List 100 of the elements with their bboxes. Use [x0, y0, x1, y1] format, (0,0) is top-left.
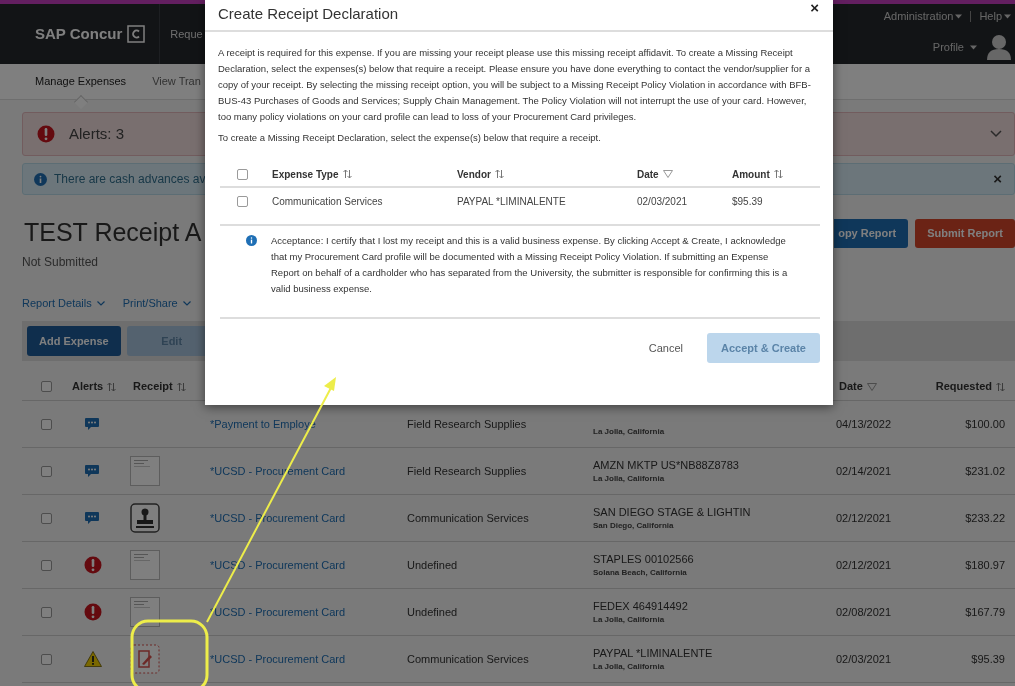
- info-icon: [246, 235, 257, 246]
- error-icon[interactable]: [84, 603, 102, 621]
- date-cell-text: 02/12/2021: [835, 510, 893, 526]
- expense-type-cell-text: Undefined: [407, 604, 459, 620]
- date-cell-text: 02/14/2021: [835, 463, 893, 479]
- report-menu[interactable]: Report Details: [22, 294, 92, 312]
- sort-icon[interactable]: [494, 169, 504, 179]
- checkbox[interactable]: [40, 465, 52, 477]
- column-header[interactable]: Amount: [732, 166, 770, 182]
- sub-navigation-tab[interactable]: View Tran: [152, 73, 201, 90]
- chevron-down-icon[interactable]: [182, 300, 191, 306]
- table-cell-text: PAYPAL *LIMINALENTE: [457, 194, 567, 209]
- checkbox[interactable]: [237, 195, 248, 207]
- receipt-thumbnail[interactable]: [130, 456, 160, 486]
- report-action-button[interactable]: Submit Report: [915, 219, 1015, 248]
- amount-cell-text: $100.00: [964, 416, 1005, 432]
- date-cell-text: 02/03/2021: [835, 651, 893, 667]
- comment-icon[interactable]: [84, 464, 100, 478]
- amount-cell-text: $180.97: [964, 557, 1005, 573]
- amount-cell-text: $167.79: [964, 604, 1005, 620]
- alerts-count: Alerts: 3: [69, 123, 125, 144]
- amount-cell-text: $233.22: [964, 510, 1005, 526]
- expense-type-cell-text: Communication Services: [407, 651, 530, 667]
- sort-icon[interactable]: [176, 381, 186, 392]
- info-icon: [34, 172, 47, 186]
- expense-type-cell-text: Field Research Supplies: [407, 416, 528, 432]
- vendor-name: FEDEX 464914492: [593, 598, 689, 614]
- checkbox[interactable]: [40, 606, 52, 618]
- column-header[interactable]: Vendor: [457, 166, 491, 182]
- amount-cell-text: $95.39: [970, 651, 1005, 667]
- logo[interactable]: SAP Concur: [35, 22, 123, 46]
- error-icon[interactable]: [37, 125, 55, 143]
- column-header[interactable]: Date: [637, 166, 659, 182]
- amount-cell-text: $231.02: [964, 463, 1005, 479]
- acceptance-statement: Acceptance: I certify that I lost my receipt and this is a valid business expense. By clicking Accept & Create, I acknowledge that my Procurement Card profile will be documented with a Missing Receipt Policy Violation. If submitting an Expense Report on behalf of a cardholder who has separated from the University, the submitter is responsible for confirming this is a valid business expense.: [271, 234, 789, 296]
- close-icon[interactable]: ×: [993, 167, 1002, 191]
- error-icon[interactable]: [84, 556, 102, 574]
- column-header[interactable]: Receipt: [133, 378, 173, 395]
- report-action-button[interactable]: opy Report: [834, 219, 909, 248]
- sort-icon[interactable]: [107, 381, 117, 392]
- nav-item[interactable]: Reque: [170, 25, 203, 43]
- table-cell-text: Communication Services: [272, 194, 384, 209]
- receipt-thumbnail[interactable]: [130, 597, 160, 627]
- comment-icon[interactable]: [84, 417, 100, 431]
- vendor-name: STAPLES 00102566: [593, 551, 695, 567]
- dialog-description: A receipt is required for this expense. If you are missing your receipt please use this missing receipt affidavit. To create a Missing Receipt Declaration, select the expenses(s) below that require a receipt. Please ensure you have done everything to contact the vendor/supplier for a copy of your receipt. By selecting the missing receipt option, you will be subject to a Missing Receipt Policy Violation in accordance with BFB-BUS-43 Purchases of Goods and Services; Supply Chain Management. The Policy Violation will not interrupt the use of your card. However, too many policy violations on your card profile can lead to loss of your Procurement Card privileges.: [218, 46, 812, 124]
- chevron-down-icon[interactable]: [96, 300, 105, 306]
- avatar-icon[interactable]: [987, 34, 1011, 61]
- sort-icon[interactable]: [342, 169, 352, 179]
- expense-type-cell-text: Undefined: [407, 557, 459, 573]
- checkbox[interactable]: [237, 168, 248, 180]
- toolbar-button[interactable]: Add Expense: [27, 326, 121, 356]
- vendor-location: San Diego, California: [593, 520, 675, 533]
- column-header[interactable]: Alerts: [72, 378, 104, 395]
- dialog-button[interactable]: Cancel: [648, 339, 683, 357]
- table-cell-text: 02/03/2021: [637, 194, 689, 209]
- column-header[interactable]: Requested: [935, 378, 992, 395]
- caret-icon[interactable]: [955, 13, 963, 19]
- column-header[interactable]: Date: [839, 378, 863, 395]
- sort-icon[interactable]: [996, 381, 1005, 392]
- info-message: There are cash advances av: [54, 171, 206, 188]
- date-cell-text: 02/12/2021: [835, 557, 893, 573]
- comment-icon[interactable]: [84, 511, 100, 525]
- date-cell-text: 02/08/2021: [835, 604, 893, 620]
- vendor-location: La Jolla, California: [593, 661, 666, 674]
- caret-icon[interactable]: [970, 44, 977, 50]
- close-button[interactable]: ×: [810, 0, 819, 16]
- filter-icon[interactable]: [662, 170, 673, 178]
- sort-icon[interactable]: [773, 169, 783, 179]
- sub-navigation-tab[interactable]: Manage Expenses: [35, 73, 127, 90]
- vendor-name: AMZN MKTP US*NB88Z8783: [593, 457, 740, 473]
- receipt-thumbnail[interactable]: [130, 550, 160, 580]
- chevron-down-icon[interactable]: [990, 130, 1002, 138]
- payment-type-link[interactable]: *UCSD - Procurement Card: [200, 650, 407, 668]
- vendor-location: La Jolla, California: [593, 425, 666, 438]
- checkbox[interactable]: [40, 653, 52, 665]
- report-title: TEST Receipt A: [24, 217, 202, 247]
- dialog-title: Create Receipt Declaration: [218, 4, 399, 24]
- checkbox[interactable]: [40, 559, 52, 571]
- expense-type-cell-text: Field Research Supplies: [407, 463, 528, 479]
- caret-icon[interactable]: [1004, 13, 1011, 19]
- logo-icon[interactable]: [127, 25, 146, 43]
- date-cell-text: 04/13/2022: [835, 416, 893, 432]
- vendor-name: PAYPAL *LIMINALENTE: [593, 645, 714, 661]
- expense-type-cell-text: Communication Services: [407, 510, 530, 526]
- administration-menu[interactable]: Administration: [883, 7, 954, 25]
- help-menu[interactable]: Help: [979, 7, 1002, 25]
- filter-icon[interactable]: [866, 382, 877, 391]
- profile-menu[interactable]: Profile: [932, 39, 964, 56]
- checkbox[interactable]: [40, 418, 52, 430]
- warning-icon[interactable]: [84, 651, 102, 667]
- stamp-icon[interactable]: [130, 503, 160, 533]
- checkbox[interactable]: [40, 512, 52, 524]
- checkbox[interactable]: [40, 381, 52, 392]
- report-menu[interactable]: Print/Share: [122, 294, 178, 312]
- table-cell-text: $95.39: [732, 194, 764, 209]
- vendor-location: Solana Beach, California: [593, 567, 688, 580]
- vendor-name: SAN DIEGO STAGE & LIGHTIN: [593, 504, 752, 520]
- dialog-instruction: To create a Missing Receipt Declaration, select the expense(s) below that require a receipt.: [218, 131, 602, 145]
- column-header[interactable]: Expense Type: [272, 166, 339, 182]
